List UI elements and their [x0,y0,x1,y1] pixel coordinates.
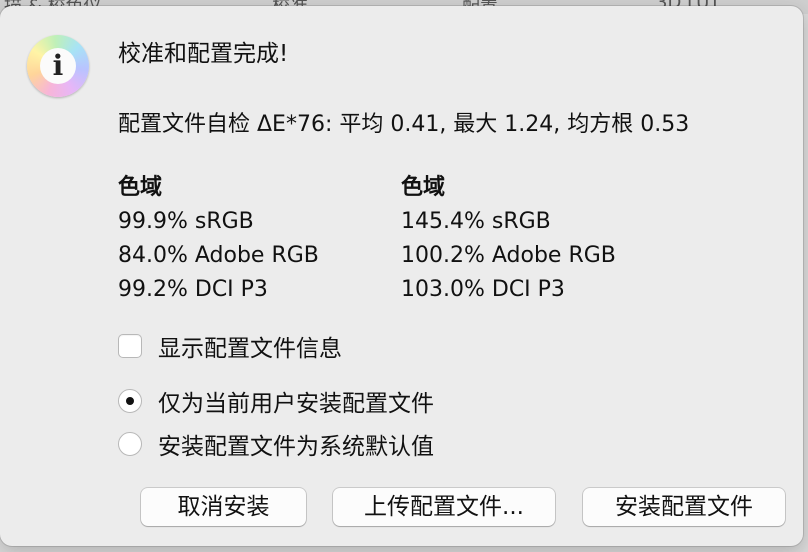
install-current-user-radio[interactable] [118,389,142,413]
completion-dialog: i 校准和配置完成! 配置文件自检 ΔE*76: 平均 0.41, 最大 1.2… [0,6,803,546]
show-profile-info-option[interactable]: 显示配置文件信息 [118,331,342,362]
install-current-user-label: 仅为当前用户安装配置文件 [158,391,434,417]
gamut-value: 84.0% Adobe RGB [118,243,319,268]
gamut-value: 99.2% DCI P3 [118,277,268,302]
gamut-value: 145.4% sRGB [401,209,551,234]
show-profile-info-label: 显示配置文件信息 [158,336,342,362]
gamut-column-left: 色域 99.9% sRGB 84.0% Adobe RGB 99.2% DCI … [118,171,319,307]
install-system-default-radio[interactable] [118,432,142,456]
install-current-user-option[interactable]: 仅为当前用户安装配置文件 [118,386,434,417]
gamut-value: 99.9% sRGB [118,209,254,234]
install-system-default-label: 安装配置文件为系统默认值 [158,434,434,460]
info-icon-letter: i [52,49,64,82]
profile-self-check-summary: 配置文件自检 ΔE*76: 平均 0.41, 最大 1.24, 均方根 0.53 [118,112,690,137]
install-profile-button[interactable]: 安装配置文件 [583,488,785,526]
gamut-header: 色域 [118,175,163,200]
dialog-title: 校准和配置完成! [118,41,289,67]
install-system-default-option[interactable]: 安装配置文件为系统默认值 [118,429,434,460]
gamut-value: 103.0% DCI P3 [401,277,565,302]
gamut-value: 100.2% Adobe RGB [401,243,616,268]
show-profile-info-checkbox[interactable] [118,334,142,358]
gamut-header: 色域 [401,175,446,200]
gamut-column-right: 色域 145.4% sRGB 100.2% Adobe RGB 103.0% D… [401,171,616,307]
upload-profile-button[interactable]: 上传配置文件... [333,488,555,526]
info-icon: i [27,35,89,97]
cancel-install-button[interactable]: 取消安装 [141,488,306,526]
